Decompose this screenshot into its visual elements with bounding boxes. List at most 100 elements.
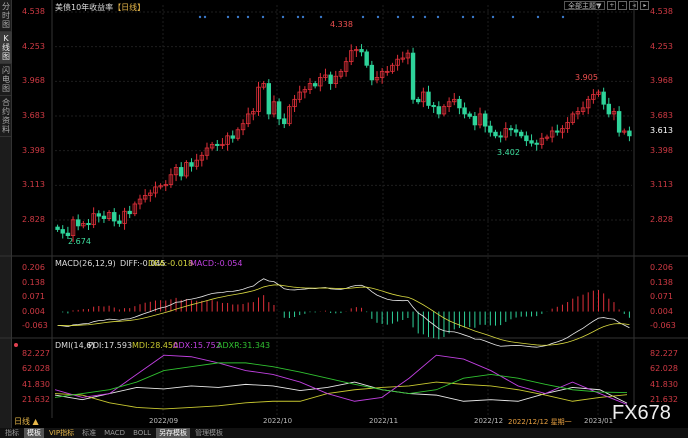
macd-y-tick-left: 0.004	[22, 306, 45, 316]
event-marker	[411, 15, 415, 19]
macd-y-tick-left: 0.138	[22, 277, 45, 287]
tab-save-template[interactable]: 另存模板	[156, 428, 191, 438]
annotation-label: 3.905	[575, 73, 598, 82]
event-marker	[561, 15, 565, 19]
event-marker	[396, 15, 400, 19]
event-marker	[423, 15, 427, 19]
dmi-y-tick-right: 82.227	[650, 348, 678, 358]
candle	[627, 130, 632, 137]
y-tick-left: 3.398	[22, 145, 45, 155]
event-marker	[471, 15, 475, 19]
event-marker	[236, 15, 240, 19]
tab-manage-template[interactable]: 管理模板	[192, 428, 226, 438]
y-tick-left: 3.113	[22, 180, 45, 190]
candle	[312, 83, 318, 87]
candle	[215, 143, 220, 146]
macd-dea-label: DEA:-0.018	[148, 259, 194, 268]
dmi-adx-line	[54, 354, 628, 405]
candle	[75, 219, 81, 227]
y-tick-right: 4.538	[650, 7, 673, 16]
candle	[230, 135, 235, 139]
macd-y-tick-right: -0.063	[650, 321, 676, 330]
candle	[555, 130, 560, 133]
macd-y-tick-right: 0.004	[650, 306, 673, 316]
candle	[55, 226, 60, 230]
adx-label: ADX:15.752	[173, 341, 221, 350]
annotation-label: 2.674	[68, 236, 91, 246]
candle	[282, 118, 287, 125]
candle	[364, 51, 369, 66]
event-marker	[296, 15, 300, 19]
candle	[431, 105, 436, 108]
chart-canvas[interactable]	[0, 0, 688, 428]
candle	[328, 74, 333, 84]
x-tick: 2022/12	[474, 417, 504, 425]
candle	[127, 210, 132, 215]
candle	[457, 98, 462, 109]
candle	[462, 107, 467, 115]
candle	[410, 52, 416, 100]
annotation-label: 3.402	[497, 148, 520, 158]
macd-y-tick-right: 0.138	[650, 277, 673, 287]
candle	[359, 49, 364, 53]
event-marker	[261, 15, 265, 19]
annotation-label: 4.338	[330, 20, 353, 30]
macd-y-tick-left: 0.071	[22, 292, 45, 302]
tab-template[interactable]: 模板	[24, 428, 44, 438]
y-tick-right: 3.683	[650, 111, 673, 120]
dmi-y-tick-right: 41.830	[650, 379, 678, 389]
dmi-y-tick-left: 82.227	[22, 348, 50, 358]
candle	[436, 106, 442, 115]
settings-dot-icon	[14, 343, 18, 347]
macd-y-tick-right: 0.206	[650, 263, 673, 272]
candle	[416, 98, 421, 103]
x-tick: 2022/10	[263, 417, 293, 425]
event-marker	[246, 15, 250, 19]
indicator-tabs: 指标 模板 VIP指标 标准 MACD BOLL 另存模板 管理模板	[0, 428, 688, 438]
last-value-label: 3.613	[650, 126, 673, 135]
dea-line	[57, 284, 630, 346]
candle	[472, 115, 478, 126]
tab-macd[interactable]: MACD	[101, 428, 128, 438]
candle	[606, 103, 612, 115]
candle	[601, 91, 606, 105]
event-marker	[361, 15, 365, 19]
candle	[529, 140, 534, 144]
candle	[65, 232, 71, 236]
dmi-y-tick-left: 62.028	[22, 364, 50, 373]
candle	[276, 101, 282, 120]
candle	[488, 125, 493, 133]
candle	[96, 213, 101, 217]
candle	[86, 223, 91, 226]
y-tick-right: 3.398	[650, 145, 673, 155]
dmi-y-tick-left: 21.632	[22, 395, 50, 404]
y-tick-left: 4.253	[22, 41, 45, 51]
candle	[524, 135, 529, 142]
candle	[498, 135, 503, 138]
dmi-mdi-line	[54, 381, 628, 410]
x-tick: 2023/01	[584, 417, 614, 425]
tab-indicator[interactable]: 指标	[2, 428, 22, 438]
candle	[112, 212, 117, 222]
tab-standard[interactable]: 标准	[79, 428, 99, 438]
y-tick-left: 3.968	[22, 76, 45, 86]
event-marker	[203, 15, 207, 19]
tab-boll[interactable]: BOLL	[130, 428, 154, 438]
candle	[369, 64, 375, 81]
candle	[519, 131, 524, 137]
candle	[467, 113, 472, 117]
y-tick-right: 2.828	[650, 215, 673, 225]
event-marker	[226, 15, 230, 19]
macd-y-tick-right: 0.071	[650, 292, 673, 302]
y-tick-right: 3.968	[650, 76, 673, 86]
y-tick-left: 4.538	[22, 7, 45, 16]
macd-y-tick-left: -0.063	[22, 321, 48, 330]
event-marker	[491, 15, 495, 19]
pdi-label: PDI:17.593	[88, 341, 133, 350]
tab-vip-indicator[interactable]: VIP指标	[46, 428, 77, 438]
macd-title: MACD(26,12,9)	[55, 259, 116, 268]
candle	[117, 220, 122, 224]
period-indicator: 日线 ▲	[14, 417, 39, 426]
candle	[534, 142, 539, 145]
y-tick-right: 3.113	[650, 180, 673, 190]
